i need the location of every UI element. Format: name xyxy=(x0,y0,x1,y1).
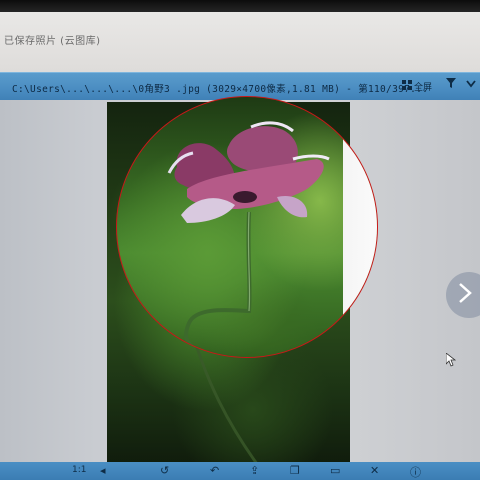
fullscreen-label: 全屏 xyxy=(414,82,433,93)
rotate-icon[interactable]: ↺ xyxy=(160,464,169,477)
window-title: 已保存照片 (云图库) xyxy=(4,36,101,47)
bottom-toolbar: 1:1 ◂ ↺ ↶ ⇪ ❐ ▭ ✕ ⓘ xyxy=(0,462,480,480)
undo-icon[interactable]: ↶ xyxy=(210,464,219,477)
grid-icon xyxy=(402,79,412,93)
info-icon[interactable]: ⓘ xyxy=(410,464,421,480)
chevron-down-icon[interactable] xyxy=(466,78,476,91)
zoom-out-icon[interactable]: ◂ xyxy=(100,464,106,477)
delete-icon[interactable]: ✕ xyxy=(370,464,379,477)
copy-icon[interactable]: ❐ xyxy=(290,464,300,477)
chevron-right-icon xyxy=(446,282,472,308)
print-icon[interactable]: ▭ xyxy=(330,464,340,477)
file-path-info: C:\Users\...\...\...\0角野3 .jpg (3029×470… xyxy=(12,84,429,95)
fullscreen-button[interactable]: 全屏 xyxy=(402,77,432,95)
funnel-icon[interactable] xyxy=(446,78,456,92)
zoom-ratio[interactable]: 1:1 xyxy=(72,465,86,475)
window-header: 已保存照片 (云图库) xyxy=(0,12,480,72)
mouse-cursor-icon xyxy=(445,352,457,371)
share-icon[interactable]: ⇪ xyxy=(250,464,259,477)
magnifier-lens[interactable] xyxy=(116,96,378,358)
